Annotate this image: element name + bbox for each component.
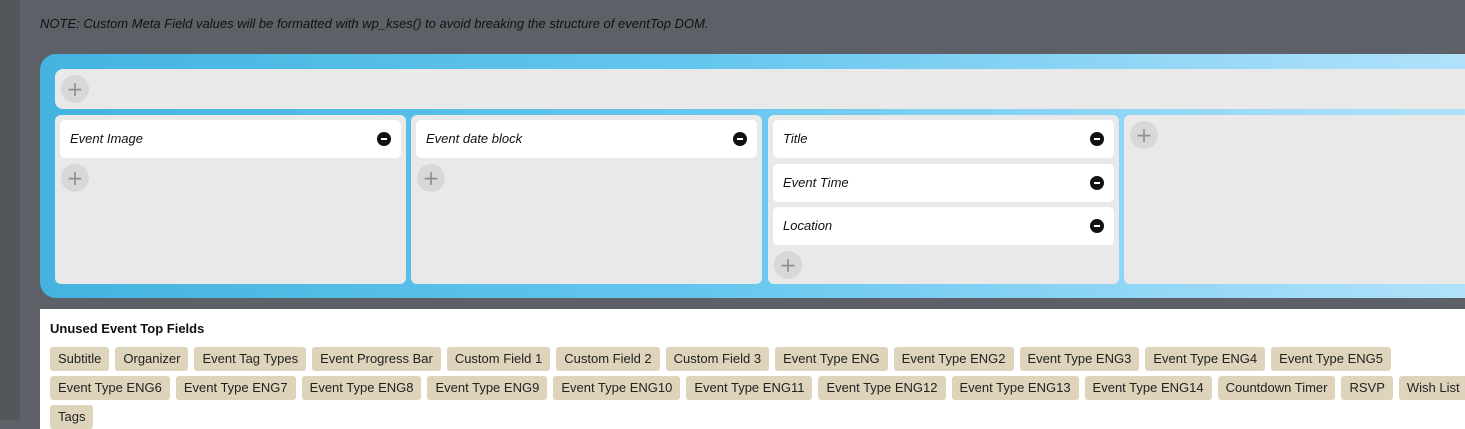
plus-icon: + [779,253,797,277]
unused-field-tag[interactable]: Event Type ENG5 [1271,347,1391,371]
unused-field-tag[interactable]: Event Type ENG3 [1019,347,1140,371]
layout-column-3: Title Event Time Location + [768,115,1119,284]
field-label: Title [783,131,808,146]
layout-top-row: + [55,69,1465,109]
unused-field-tag[interactable]: Event Type ENG2 [893,347,1014,371]
layout-field[interactable]: Event date block [416,120,757,158]
add-field-button[interactable]: + [417,164,445,192]
unused-fields-title: Unused Event Top Fields [50,321,205,336]
unused-field-tag[interactable]: Tags [50,405,94,429]
note-text: NOTE: Custom Meta Field values will be f… [40,16,709,31]
unused-field-tag[interactable]: Event Type ENG8 [301,376,422,400]
unused-field-tag[interactable]: Event Type ENG13 [951,376,1079,400]
layout-field[interactable]: Event Time [773,164,1114,202]
admin-sidebar-edge [0,0,20,420]
unused-field-tag[interactable]: Custom Field 2 [556,347,660,371]
unused-field-tag[interactable]: Event Type ENG14 [1084,376,1212,400]
unused-field-tag[interactable]: Custom Field 1 [446,347,551,371]
unused-field-tag[interactable]: Countdown Timer [1217,376,1336,400]
unused-field-tag[interactable]: Wish List [1398,376,1465,400]
unused-field-tag[interactable]: Event Progress Bar [312,347,441,371]
unused-field-tag[interactable]: Event Type ENG10 [553,376,681,400]
unused-field-tag[interactable]: RSVP [1341,376,1393,400]
unused-fields-list: Subtitle Organizer Event Tag Types Event Pr… [50,347,1465,429]
field-label: Event date block [426,131,523,146]
eventtop-layout-panel: + Event Image + Event date block + Title… [40,54,1465,298]
unused-field-tag[interactable]: Event Tag Types [194,347,307,371]
minus-circle-icon[interactable] [1090,132,1104,146]
unused-field-tag[interactable]: Event Type ENG9 [427,376,548,400]
unused-field-tag[interactable]: Organizer [115,347,189,371]
unused-field-tag[interactable]: Custom Field 3 [665,347,770,371]
plus-icon: + [1135,123,1153,147]
layout-field[interactable]: Location [773,207,1114,245]
add-field-button[interactable]: + [61,75,89,103]
minus-circle-icon[interactable] [1090,176,1104,190]
minus-circle-icon[interactable] [377,132,391,146]
unused-field-tag[interactable]: Event Type ENG4 [1145,347,1266,371]
plus-icon: + [66,77,84,101]
unused-field-tag[interactable]: Event Type ENG12 [818,376,946,400]
layout-column-4: + [1124,115,1465,284]
add-field-button[interactable]: + [61,164,89,192]
minus-circle-icon[interactable] [1090,219,1104,233]
unused-fields-panel: Unused Event Top Fields Subtitle Organize… [40,309,1465,429]
unused-field-tag[interactable]: Event Type ENG11 [686,376,813,400]
unused-field-tag[interactable]: Event Type ENG7 [175,376,296,400]
unused-field-tag[interactable]: Event Type ENG [775,347,888,371]
layout-field[interactable]: Event Image [60,120,401,158]
layout-field[interactable]: Title [773,120,1114,158]
add-field-button[interactable]: + [1130,121,1158,149]
field-label: Event Time [783,175,849,190]
unused-field-tag[interactable]: Event Type ENG6 [50,376,170,400]
add-field-button[interactable]: + [774,251,802,279]
plus-icon: + [66,166,84,190]
field-label: Location [783,218,833,233]
plus-icon: + [422,166,440,190]
field-label: Event Image [70,131,143,146]
layout-column-2: Event date block + [411,115,762,284]
unused-field-tag[interactable]: Subtitle [50,347,110,371]
minus-circle-icon[interactable] [733,132,747,146]
layout-column-1: Event Image + [55,115,406,284]
